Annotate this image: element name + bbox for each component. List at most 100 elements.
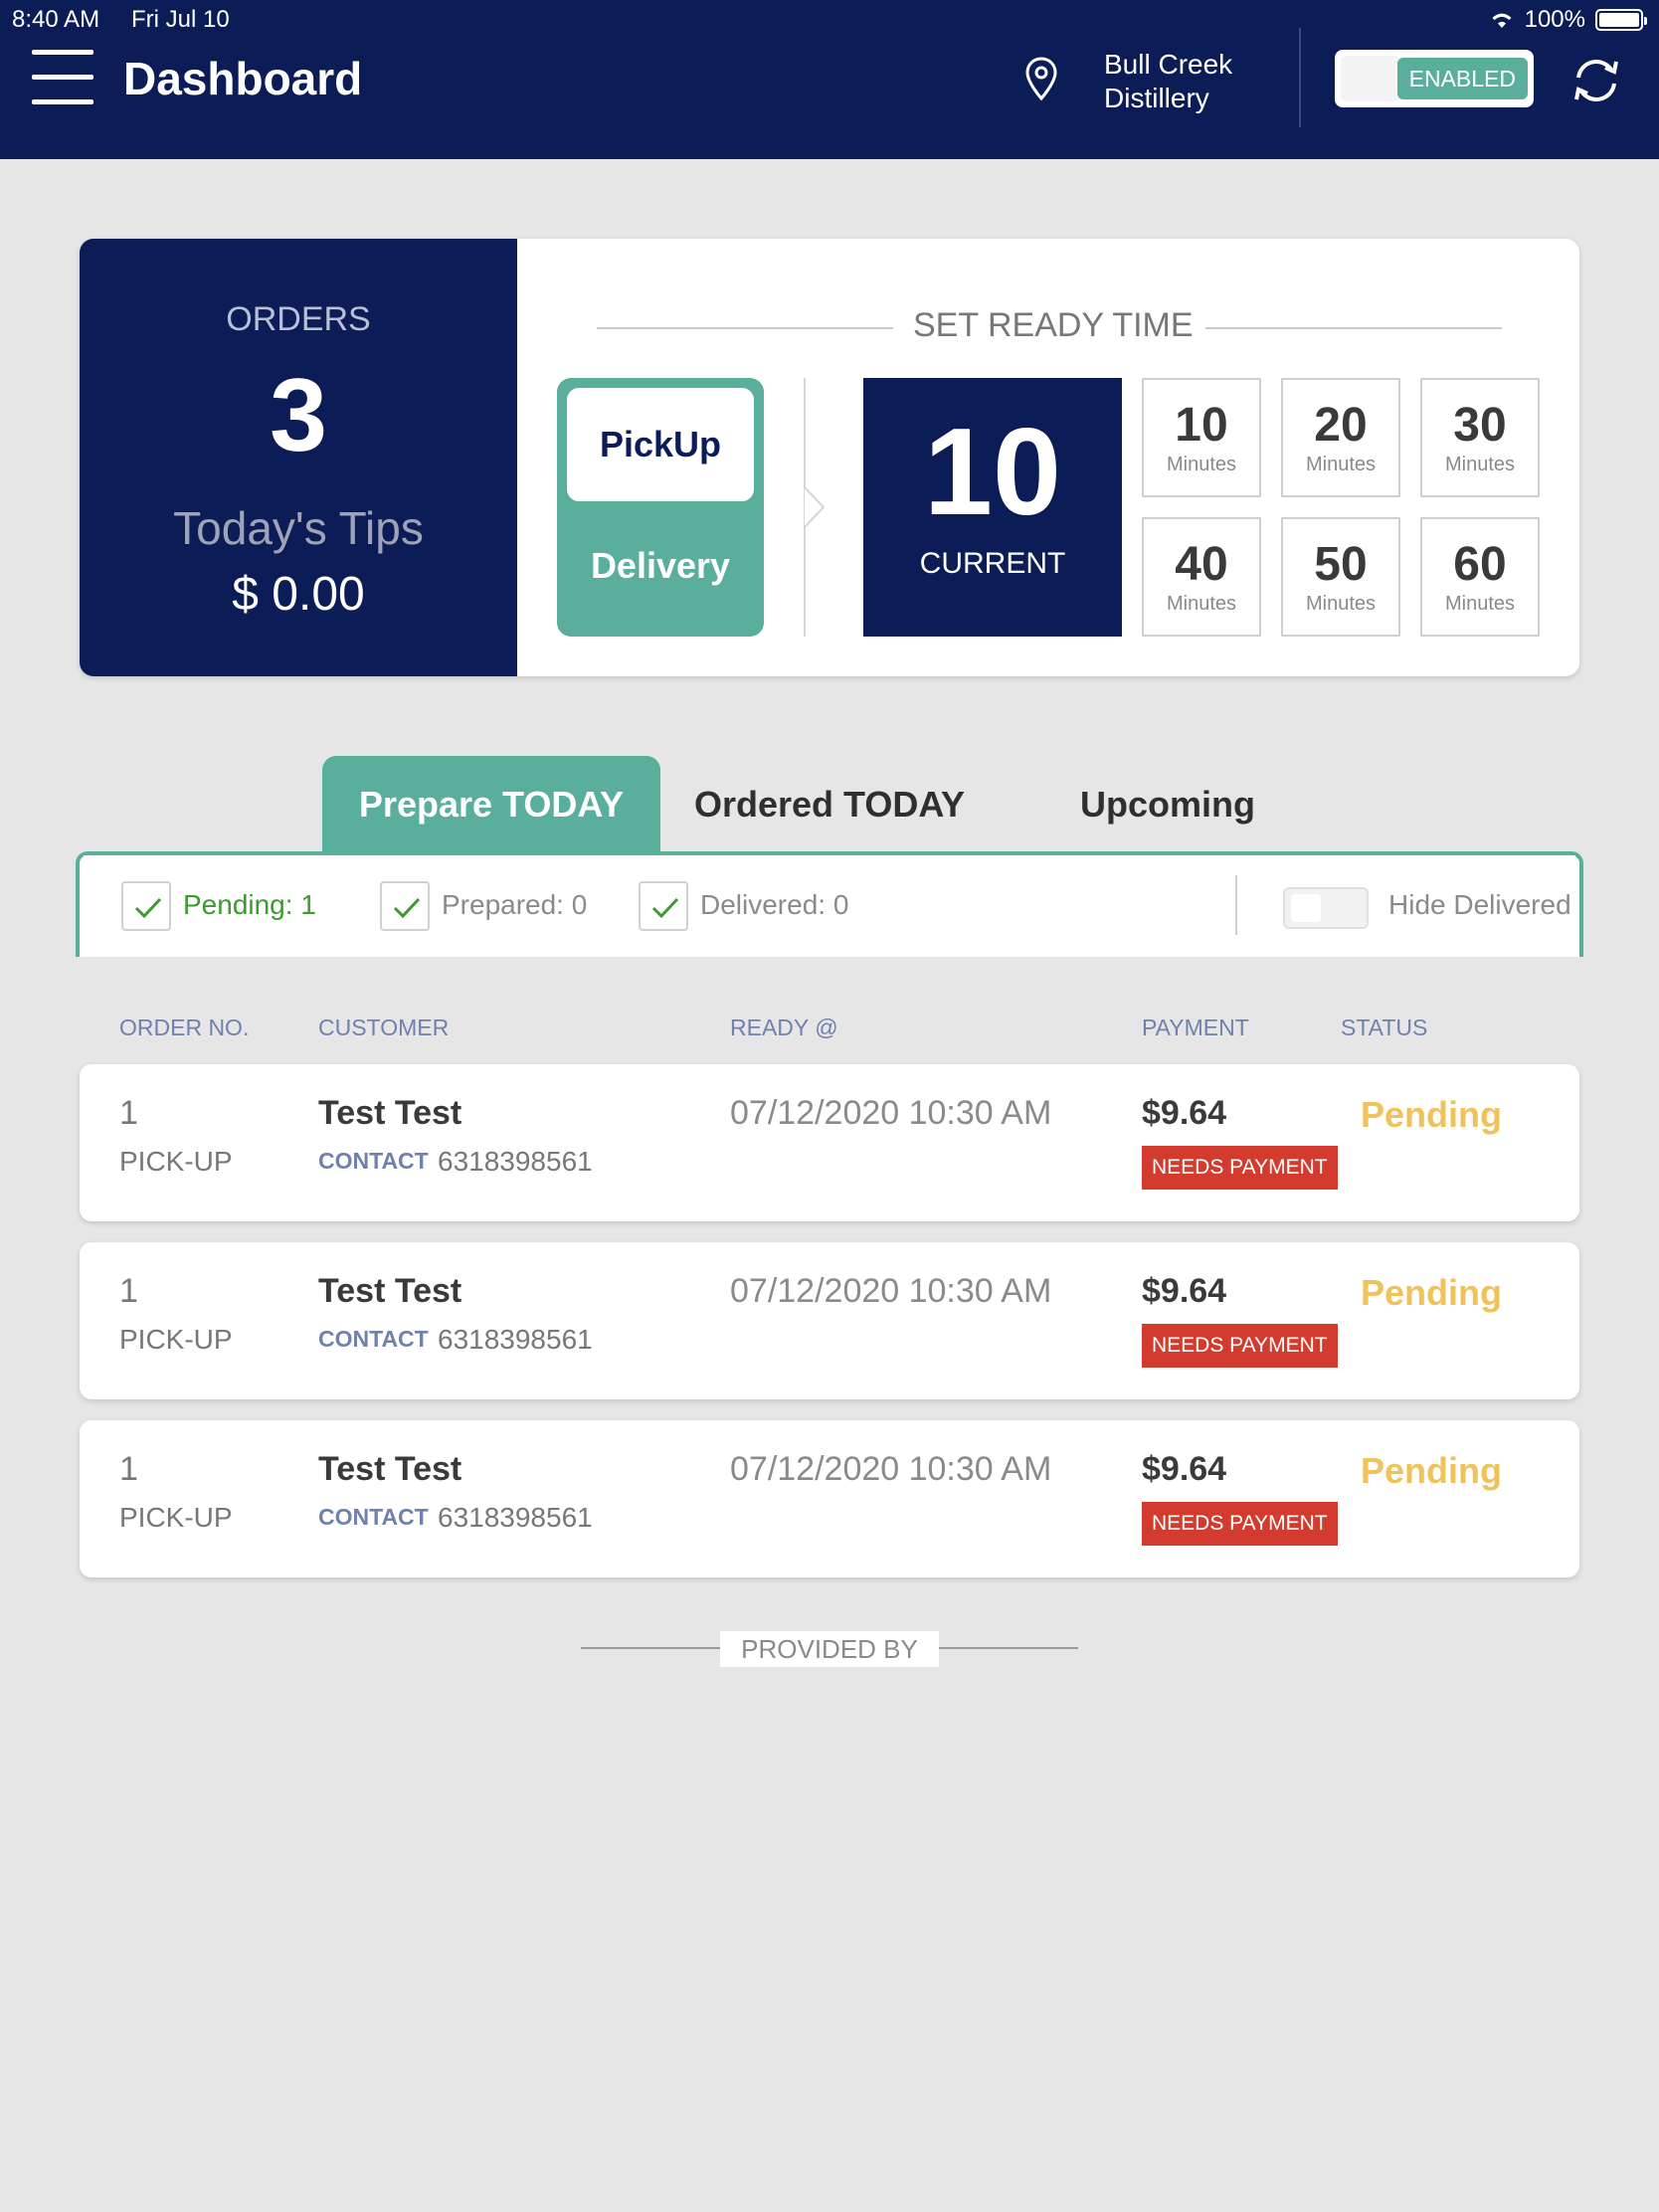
filter-divider [1235, 875, 1237, 935]
pending-checkbox[interactable] [121, 881, 171, 931]
contact-label: CONTACT [318, 1326, 429, 1352]
ready-option-value: 50 [1314, 538, 1368, 591]
payment-amount: $9.64 [1142, 1450, 1227, 1488]
tips-value: $ 0.00 [232, 568, 365, 621]
order-type: PICK-UP [119, 1324, 233, 1355]
order-number: 1 [119, 1094, 138, 1132]
ready-option-value: 30 [1453, 399, 1507, 452]
order-number: 1 [119, 1450, 138, 1488]
orders-panel: ORDERS 3 Today's Tips $ 0.00 [80, 239, 517, 676]
ready-option-value: 20 [1314, 399, 1368, 452]
column-header-payment: PAYMENT [1142, 1014, 1249, 1040]
tips-label: Today's Tips [173, 502, 424, 554]
status-right: 100% [1489, 6, 1647, 34]
column-header-ready: READY @ [730, 1014, 838, 1040]
customer-name: Test Test [318, 1450, 462, 1488]
tab-prepare-today[interactable]: Prepare TODAY [322, 756, 660, 853]
ready-option-20[interactable]: 20 Minutes [1281, 378, 1400, 497]
tab-ordered-today[interactable]: Ordered TODAY [660, 756, 999, 853]
tab-upcoming[interactable]: Upcoming [999, 756, 1337, 853]
header-divider [1299, 28, 1301, 127]
needs-payment-badge: NEEDS PAYMENT [1142, 1502, 1338, 1546]
status-time: 8:40 AM [12, 6, 100, 33]
payment-amount: $9.64 [1142, 1272, 1227, 1310]
delivered-filter-label: Delivered: 0 [700, 889, 849, 920]
app-header: 8:40 AM Fri Jul 10 100% Dashboard Bull C… [0, 0, 1659, 159]
orders-count: 3 [270, 358, 327, 473]
current-ready-value: 10 [924, 404, 1061, 541]
battery-icon [1595, 9, 1647, 31]
column-header-order-no: ORDER NO. [119, 1014, 250, 1040]
order-type: PICK-UP [119, 1502, 233, 1533]
checkmark-icon [134, 897, 162, 919]
enabled-toggle-knob [1341, 56, 1400, 101]
ready-option-10[interactable]: 10 Minutes [1142, 378, 1261, 497]
location-pin-icon[interactable] [1024, 56, 1058, 101]
page-title: Dashboard [123, 53, 363, 104]
column-header-customer: CUSTOMER [318, 1014, 450, 1040]
checkmark-icon [651, 897, 679, 919]
status-badge: Pending [1361, 1450, 1502, 1491]
ready-time: 07/12/2020 10:30 AM [730, 1450, 1052, 1488]
order-type: PICK-UP [119, 1146, 233, 1177]
enabled-toggle-label: ENABLED [1396, 58, 1528, 99]
current-ready-time: 10 CURRENT [863, 378, 1122, 637]
table-row[interactable]: 1 PICK-UP Test Test CONTACT 6318398561 0… [80, 1064, 1579, 1221]
method-selector: PickUp Delivery [557, 378, 764, 637]
current-ready-label: CURRENT [919, 547, 1066, 580]
provided-by-label: PROVIDED BY [720, 1631, 939, 1667]
contact-phone[interactable]: 6318398561 [438, 1146, 593, 1178]
ready-option-40[interactable]: 40 Minutes [1142, 517, 1261, 637]
ready-option-value: 60 [1453, 538, 1507, 591]
menu-icon[interactable] [32, 50, 93, 107]
chevron-right-icon [804, 487, 826, 527]
ready-option-value: 40 [1175, 538, 1228, 591]
ready-option-value: 10 [1175, 399, 1228, 452]
location-name[interactable]: Bull Creek Distillery [1104, 48, 1232, 115]
prepared-checkbox[interactable] [380, 881, 430, 931]
pending-filter-label: Pending: 1 [183, 889, 316, 920]
ready-option-unit: Minutes [1166, 593, 1237, 615]
orders-label: ORDERS [226, 300, 371, 338]
wifi-icon [1492, 13, 1512, 28]
ready-time-line-left [597, 327, 893, 329]
location-line-2: Distillery [1104, 83, 1209, 113]
pickup-option[interactable]: PickUp [567, 388, 754, 501]
order-number: 1 [119, 1272, 138, 1310]
ready-time-line-right [1205, 327, 1502, 329]
ready-time: 07/12/2020 10:30 AM [730, 1272, 1052, 1310]
status-bar: 8:40 AM Fri Jul 10 100% [0, 0, 1659, 40]
ready-option-unit: Minutes [1305, 593, 1377, 615]
ready-option-60[interactable]: 60 Minutes [1420, 517, 1540, 637]
prepared-filter-label: Prepared: 0 [442, 889, 588, 920]
status-date: Fri Jul 10 [131, 6, 230, 33]
ready-option-unit: Minutes [1166, 454, 1237, 475]
ready-time: 07/12/2020 10:30 AM [730, 1094, 1052, 1132]
battery-percent: 100% [1524, 6, 1585, 33]
contact-phone[interactable]: 6318398561 [438, 1502, 593, 1534]
payment-amount: $9.64 [1142, 1094, 1227, 1132]
ready-time-title: SET READY TIME [913, 306, 1194, 344]
hide-delivered-toggle[interactable] [1283, 887, 1369, 929]
contact-label: CONTACT [318, 1504, 429, 1530]
ready-option-50[interactable]: 50 Minutes [1281, 517, 1400, 637]
customer-name: Test Test [318, 1272, 462, 1310]
location-line-1: Bull Creek [1104, 49, 1233, 80]
needs-payment-badge: NEEDS PAYMENT [1142, 1146, 1338, 1190]
ready-option-30[interactable]: 30 Minutes [1420, 378, 1540, 497]
refresh-icon[interactable] [1569, 54, 1623, 107]
status-badge: Pending [1361, 1094, 1502, 1135]
ready-option-unit: Minutes [1444, 454, 1516, 475]
contact-phone[interactable]: 6318398561 [438, 1324, 593, 1356]
table-row[interactable]: 1 PICK-UP Test Test CONTACT 6318398561 0… [80, 1420, 1579, 1577]
table-row[interactable]: 1 PICK-UP Test Test CONTACT 6318398561 0… [80, 1242, 1579, 1399]
customer-name: Test Test [318, 1094, 462, 1132]
hide-delivered-label: Hide Delivered [1388, 889, 1571, 920]
delivered-checkbox[interactable] [639, 881, 688, 931]
ready-option-unit: Minutes [1444, 593, 1516, 615]
contact-label: CONTACT [318, 1148, 429, 1174]
enabled-toggle[interactable]: ENABLED [1335, 50, 1534, 107]
delivery-option[interactable]: Delivery [557, 545, 764, 587]
summary-card: ORDERS 3 Today's Tips $ 0.00 SET READY T… [80, 239, 1579, 676]
checkmark-icon [393, 897, 421, 919]
